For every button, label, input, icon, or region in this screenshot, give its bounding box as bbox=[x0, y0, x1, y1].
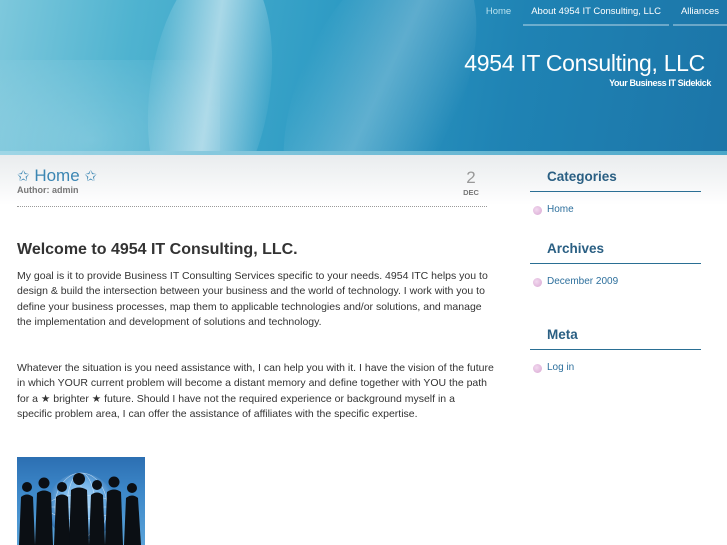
post-title-text[interactable]: Home bbox=[34, 166, 79, 185]
sidebar-heading-categories: Categories bbox=[547, 169, 617, 184]
sidebar-divider bbox=[530, 349, 701, 350]
post-title[interactable]: ✩ Home ✩ bbox=[17, 166, 97, 186]
nav-item-about[interactable]: About 4954 IT Consulting, LLC bbox=[523, 0, 669, 26]
star-icon: ✩ bbox=[84, 168, 97, 185]
paragraph-line: Whatever the situation is you need assis… bbox=[17, 362, 494, 374]
post-author: Author: admin bbox=[17, 185, 79, 195]
post-paragraph-2: Whatever the situation is you need assis… bbox=[17, 361, 494, 422]
paragraph-line: in which YOUR current problem will becom… bbox=[17, 377, 488, 390]
paragraph-line: for a ★ brighter ★ future. Should I have… bbox=[17, 392, 455, 405]
post-date-month: DEC bbox=[463, 188, 479, 197]
site-title[interactable]: 4954 IT Consulting, LLC bbox=[464, 50, 705, 77]
sidebar-divider bbox=[530, 191, 701, 192]
business-team-image bbox=[17, 457, 145, 545]
paragraph-line: design & build the intersection between … bbox=[17, 285, 485, 298]
sidebar-heading-meta: Meta bbox=[547, 327, 578, 342]
sidebar-item-december-2009[interactable]: December 2009 bbox=[533, 276, 703, 287]
sidebar-item-log-in[interactable]: Log in bbox=[533, 362, 703, 373]
paragraph-line: define your business processes, map them… bbox=[17, 300, 482, 313]
bullet-icon bbox=[533, 364, 542, 373]
sidebar-item-home[interactable]: Home bbox=[533, 204, 703, 215]
nav-item-alliances[interactable]: Alliances bbox=[672, 0, 727, 26]
header-decoration bbox=[0, 60, 220, 155]
post-paragraph-1: My goal is it to provide Business IT Con… bbox=[17, 269, 492, 330]
post-date-day: 2 bbox=[466, 168, 476, 187]
sidebar-heading-archives: Archives bbox=[547, 241, 605, 256]
paragraph-line: specific problem area, I can offer the a… bbox=[17, 407, 418, 420]
site-header: Home About 4954 IT Consulting, LLC Allia… bbox=[0, 0, 727, 155]
sidebar-item-label[interactable]: Home bbox=[547, 204, 574, 215]
star-icon: ✩ bbox=[17, 168, 30, 185]
paragraph-line: the implementation and development of so… bbox=[17, 315, 322, 328]
site-tagline: Your Business IT Sidekick bbox=[609, 78, 711, 88]
bullet-icon bbox=[533, 278, 542, 287]
post-divider bbox=[17, 206, 487, 207]
sidebar-item-label[interactable]: Log in bbox=[547, 362, 574, 373]
bullet-icon bbox=[533, 206, 542, 215]
nav-item-home[interactable]: Home bbox=[478, 0, 519, 24]
business-team-illustration bbox=[19, 472, 141, 545]
sidebar-item-label[interactable]: December 2009 bbox=[547, 276, 618, 287]
main-nav: Home About 4954 IT Consulting, LLC Allia… bbox=[474, 0, 727, 26]
post-heading: Welcome to 4954 IT Consulting, LLC. bbox=[17, 241, 298, 258]
paragraph-line: My goal is it to provide Business IT Con… bbox=[17, 270, 488, 282]
sidebar-divider bbox=[530, 263, 701, 264]
